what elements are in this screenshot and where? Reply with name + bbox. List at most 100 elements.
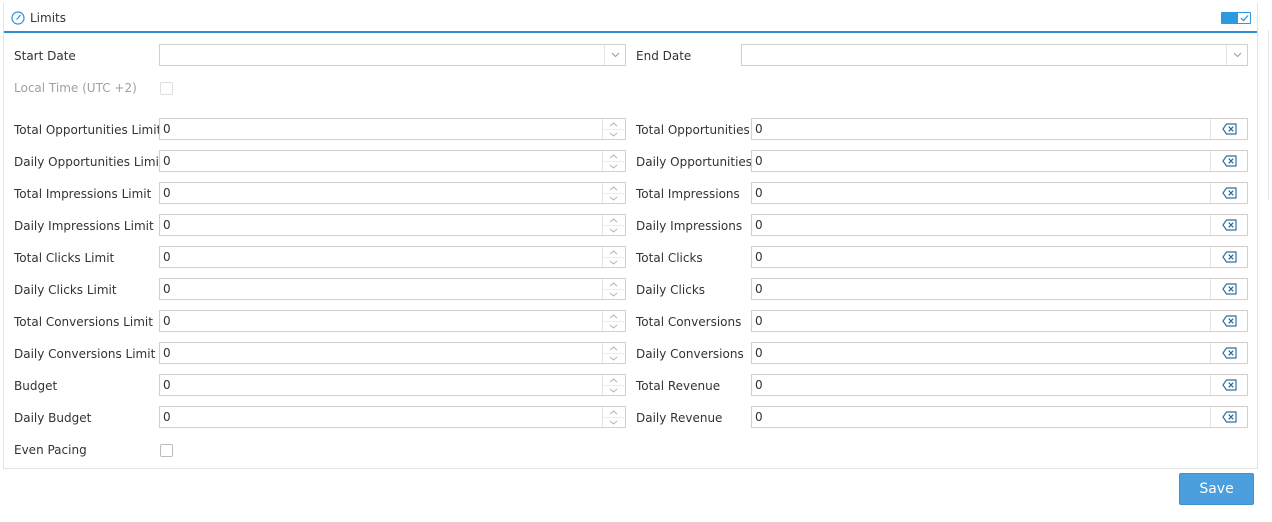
- metric-label: Total Opportunities: [636, 123, 750, 137]
- limit-stepper[interactable]: [602, 311, 625, 331]
- limit-number-input[interactable]: [159, 214, 626, 236]
- chevron-down-icon: [609, 356, 618, 361]
- chevron-down-icon: [609, 164, 618, 169]
- chevron-up-icon: [609, 377, 618, 382]
- chevron-up-icon: [609, 249, 618, 254]
- stepper-down[interactable]: [603, 289, 624, 299]
- metric-value-field[interactable]: [752, 215, 1210, 235]
- chevron-down-icon: [609, 132, 618, 137]
- limit-number-input[interactable]: [159, 342, 626, 364]
- clear-button[interactable]: [1210, 183, 1247, 203]
- start-date-label: Start Date: [14, 49, 76, 63]
- metric-input[interactable]: [751, 118, 1248, 140]
- clear-button[interactable]: [1210, 119, 1247, 139]
- metric-value-field[interactable]: [752, 151, 1210, 171]
- chevron-down-icon: [609, 420, 618, 425]
- check-icon: [1240, 15, 1248, 22]
- limit-value-field[interactable]: [160, 119, 600, 139]
- limit-number-input[interactable]: [159, 278, 626, 300]
- metric-label: Daily Revenue: [636, 411, 723, 425]
- metric-value-field[interactable]: [752, 343, 1210, 363]
- limit-number-input[interactable]: [159, 150, 626, 172]
- stepper-down[interactable]: [603, 193, 624, 203]
- clear-button[interactable]: [1210, 343, 1247, 363]
- chevron-up-icon: [609, 281, 618, 286]
- limit-stepper[interactable]: [602, 375, 625, 395]
- limit-number-input[interactable]: [159, 374, 626, 396]
- stepper-down[interactable]: [603, 257, 624, 267]
- clear-button[interactable]: [1210, 375, 1247, 395]
- clear-button[interactable]: [1210, 151, 1247, 171]
- limit-value-field[interactable]: [160, 407, 600, 427]
- limit-number-input[interactable]: [159, 182, 626, 204]
- limit-value-field[interactable]: [160, 183, 600, 203]
- metric-input[interactable]: [751, 182, 1248, 204]
- limit-stepper[interactable]: [602, 183, 625, 203]
- limit-stepper[interactable]: [602, 151, 625, 171]
- clear-button[interactable]: [1210, 215, 1247, 235]
- metric-input[interactable]: [751, 150, 1248, 172]
- metric-value-field[interactable]: [752, 119, 1210, 139]
- save-button[interactable]: Save: [1179, 473, 1254, 505]
- limit-value-field[interactable]: [160, 279, 600, 299]
- metric-value-field[interactable]: [752, 311, 1210, 331]
- local-time-checkbox[interactable]: [160, 82, 173, 95]
- clear-button[interactable]: [1210, 407, 1247, 427]
- panel-header: Limits: [4, 3, 1257, 33]
- limit-value-field[interactable]: [160, 215, 600, 235]
- limit-value-field[interactable]: [160, 247, 600, 267]
- limit-value-field[interactable]: [160, 311, 600, 331]
- metric-input[interactable]: [751, 246, 1248, 268]
- metric-value-field[interactable]: [752, 407, 1210, 427]
- metric-value-field[interactable]: [752, 247, 1210, 267]
- backspace-clear-icon: [1221, 187, 1237, 199]
- stepper-down[interactable]: [603, 417, 624, 427]
- metric-label: Daily Conversions: [636, 347, 744, 361]
- metric-input[interactable]: [751, 214, 1248, 236]
- limit-number-input[interactable]: [159, 118, 626, 140]
- chevron-up-icon: [609, 217, 618, 222]
- limit-stepper[interactable]: [602, 215, 625, 235]
- limit-stepper[interactable]: [602, 119, 625, 139]
- clear-button[interactable]: [1210, 279, 1247, 299]
- metric-input[interactable]: [751, 374, 1248, 396]
- limit-stepper[interactable]: [602, 247, 625, 267]
- limits-toggle[interactable]: [1221, 12, 1251, 24]
- stepper-down[interactable]: [603, 161, 624, 171]
- limit-value-field[interactable]: [160, 343, 600, 363]
- clear-button[interactable]: [1210, 247, 1247, 267]
- limit-number-input[interactable]: [159, 246, 626, 268]
- stepper-down[interactable]: [603, 321, 624, 331]
- chevron-down-icon: [609, 260, 618, 265]
- stepper-down[interactable]: [603, 385, 624, 395]
- stepper-down[interactable]: [603, 129, 624, 139]
- metric-label: Daily Clicks: [636, 283, 706, 297]
- clear-button[interactable]: [1210, 311, 1247, 331]
- limit-label: Total Opportunities Limit: [14, 123, 162, 137]
- limit-stepper[interactable]: [602, 343, 625, 363]
- limit-value-field[interactable]: [160, 375, 600, 395]
- even-pacing-checkbox[interactable]: [160, 444, 173, 457]
- end-date-select[interactable]: [741, 44, 1248, 66]
- metric-input[interactable]: [751, 406, 1248, 428]
- metric-input[interactable]: [751, 342, 1248, 364]
- start-date-select[interactable]: [159, 44, 626, 66]
- chevron-up-icon: [609, 153, 618, 158]
- limit-number-input[interactable]: [159, 406, 626, 428]
- end-date-label: End Date: [636, 49, 692, 63]
- metric-input[interactable]: [751, 310, 1248, 332]
- limits-panel: Limits: [3, 3, 1258, 469]
- stepper-down[interactable]: [603, 353, 624, 363]
- stepper-down[interactable]: [603, 225, 624, 235]
- limit-stepper[interactable]: [602, 279, 625, 299]
- metric-value-field[interactable]: [752, 183, 1210, 203]
- local-time-label: Local Time (UTC +2): [14, 81, 137, 95]
- metric-value-field[interactable]: [752, 375, 1210, 395]
- chevron-down-icon: [1233, 52, 1241, 58]
- chevron-up-icon: [609, 409, 618, 414]
- metric-value-field[interactable]: [752, 279, 1210, 299]
- limit-value-field[interactable]: [160, 151, 600, 171]
- metric-input[interactable]: [751, 278, 1248, 300]
- limit-stepper[interactable]: [602, 407, 625, 427]
- limit-number-input[interactable]: [159, 310, 626, 332]
